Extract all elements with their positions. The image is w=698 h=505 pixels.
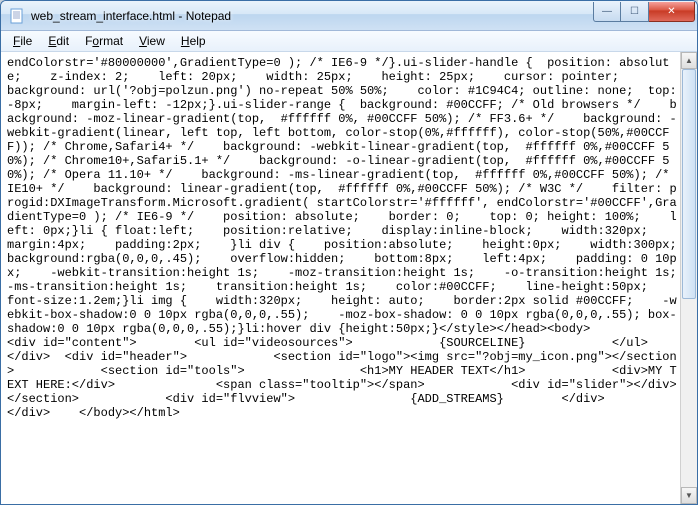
menu-format[interactable]: Format [77,32,131,50]
client-area: endColorstr='#80000000',GradientType=0 )… [1,52,697,504]
close-button[interactable]: ✕ [649,2,695,22]
menu-file[interactable]: File [5,32,40,50]
menu-edit[interactable]: Edit [40,32,77,50]
scroll-up-button[interactable]: ▲ [681,52,697,69]
menu-view[interactable]: View [131,32,173,50]
vertical-scrollbar[interactable]: ▲ ▼ [680,52,697,504]
maximize-button[interactable]: ☐ [621,2,649,22]
titlebar[interactable]: web_stream_interface.html - Notepad — ☐ … [1,1,697,31]
scroll-thumb[interactable] [682,69,696,299]
scroll-down-button[interactable]: ▼ [681,487,697,504]
menu-help[interactable]: Help [173,32,214,50]
text-editor[interactable]: endColorstr='#80000000',GradientType=0 )… [1,52,680,504]
notepad-icon [9,8,25,24]
minimize-button[interactable]: — [593,2,621,22]
window-controls: — ☐ ✕ [593,2,695,22]
window-title: web_stream_interface.html - Notepad [31,9,593,23]
notepad-window: web_stream_interface.html - Notepad — ☐ … [0,0,698,505]
scroll-track[interactable] [681,69,697,487]
menubar: File Edit Format View Help [1,31,697,52]
